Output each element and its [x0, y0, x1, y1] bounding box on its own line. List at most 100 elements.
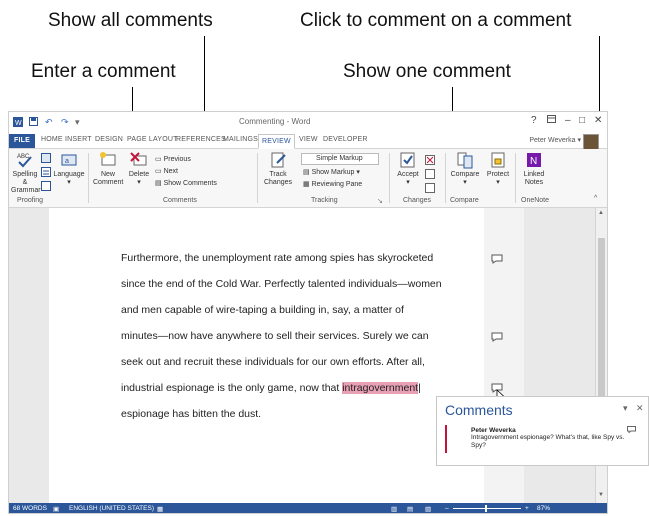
delete-comment-button[interactable]: Delete ▾	[125, 151, 153, 187]
new-comment-button[interactable]: New Comment	[93, 151, 123, 187]
zoom-level[interactable]: 87%	[537, 505, 550, 512]
tab-developer[interactable]: DEVELOPER	[323, 136, 368, 143]
tab-references[interactable]: REFERENCES	[176, 136, 226, 143]
word-count-icon[interactable]	[41, 167, 51, 179]
reviewing-pane-icon: ▦	[303, 181, 310, 188]
show-comments-button[interactable]: ▤ Show Comments	[155, 179, 217, 187]
comment-bubble-icon[interactable]	[491, 254, 503, 264]
document-line[interactable]: since the end of the Cold War. Perfectly…	[121, 278, 442, 290]
user-name[interactable]: Peter Weverka ▾	[529, 136, 581, 144]
status-bar: 68 WORDS ▣ ENGLISH (UNITED STATES) ▦ ▥ ▤…	[9, 503, 607, 513]
comments-pane: Comments ▾ ✕ Peter Weverka Intragovernme…	[436, 396, 649, 466]
chevron-down-icon: ▾	[463, 179, 467, 186]
comment-author: Peter Weverka	[471, 427, 516, 434]
tab-mailings[interactable]: MAILINGS	[223, 136, 258, 143]
document-line[interactable]: seek out and recruit these individuals f…	[121, 356, 425, 368]
document-line[interactable]: Furthermore, the unemployment rate among…	[121, 252, 433, 264]
redo-icon[interactable]: ↷	[61, 117, 69, 128]
comment-bubble-icon[interactable]	[491, 332, 503, 342]
macro-record-icon[interactable]: ▦	[157, 505, 163, 513]
comment-color-bar	[445, 425, 447, 453]
next-change-icon[interactable]	[425, 183, 435, 195]
chevron-down-icon: ▾	[67, 179, 71, 186]
document-line[interactable]: minutes—now have anywhere to sell their …	[121, 330, 429, 342]
spelling-grammar-button[interactable]: ABC Spelling & Grammar	[11, 151, 41, 195]
tab-home[interactable]: HOME	[41, 136, 63, 143]
tab-design[interactable]: DESIGN	[95, 136, 123, 143]
ribbon-display-icon[interactable]	[547, 115, 556, 126]
chevron-down-icon: ▾	[406, 179, 410, 186]
tab-view[interactable]: VIEW	[299, 136, 318, 143]
divider	[88, 153, 89, 203]
undo-icon[interactable]: ↶	[45, 117, 53, 128]
reviewing-pane-button[interactable]: ▦ Reviewing Pane	[303, 180, 362, 188]
show-markup-button[interactable]: ▤ Show Markup ▾	[303, 168, 360, 176]
commented-text-highlight[interactable]: intragovernment	[342, 382, 419, 394]
read-mode-icon[interactable]: ▥	[391, 505, 397, 513]
pane-options-button[interactable]: ▾	[623, 403, 628, 414]
tracking-options-icon[interactable]: ↘	[377, 197, 383, 205]
maximize-button[interactable]: □	[579, 115, 585, 126]
tab-insert[interactable]: INSERT	[65, 136, 92, 143]
previous-comment-button[interactable]: ▭ Previous	[155, 155, 191, 163]
help-button[interactable]: ?	[531, 115, 537, 126]
tab-page-layout[interactable]: PAGE LAYOUT	[127, 136, 178, 143]
minimize-button[interactable]: –	[565, 115, 571, 126]
close-button[interactable]: ✕	[594, 115, 602, 126]
previous-change-icon[interactable]	[425, 169, 435, 181]
language-button[interactable]: a Language ▾	[53, 151, 85, 187]
compare-button[interactable]: Compare ▾	[449, 151, 481, 187]
thesaurus-icon[interactable]	[41, 153, 51, 165]
zoom-out-button[interactable]: –	[445, 505, 449, 512]
spelling-check-icon: ABC	[17, 154, 32, 168]
svg-text:a: a	[65, 158, 69, 165]
svg-text:N: N	[530, 156, 537, 167]
web-layout-icon[interactable]: ▧	[425, 505, 431, 513]
customize-qat-icon[interactable]: ▾	[75, 117, 80, 128]
tab-review[interactable]: REVIEW	[258, 134, 295, 149]
chevron-down-icon: ▾	[137, 179, 141, 186]
accept-button[interactable]: Accept ▾	[393, 151, 423, 187]
language-icon: a	[61, 154, 77, 166]
avatar[interactable]	[583, 134, 599, 150]
callout-comment-on-comment: Click to comment on a comment	[300, 10, 572, 31]
group-proofing: Proofing	[17, 197, 44, 204]
reject-icon[interactable]	[425, 155, 435, 167]
ribbon: ABC Spelling & Grammar a Language ▾ Proofi…	[9, 149, 607, 208]
next-comment-button[interactable]: ▭ Next	[155, 167, 178, 175]
document-line[interactable]: and men capable of wire-taping a buildin…	[121, 304, 404, 316]
callout-show-one-comment: Show one comment	[343, 61, 511, 82]
collapse-ribbon-icon[interactable]: ^	[594, 195, 597, 202]
line-text: industrial espionage is the only game, n…	[121, 382, 343, 394]
group-tracking: Tracking	[311, 197, 338, 204]
divider	[257, 153, 258, 203]
protect-button[interactable]: Protect ▾	[483, 151, 513, 187]
group-compare: Compare	[450, 197, 479, 204]
linked-notes-button[interactable]: N Linked Notes	[519, 151, 549, 187]
print-layout-icon[interactable]: ▤	[407, 505, 413, 513]
reply-comment-icon[interactable]	[627, 426, 636, 433]
zoom-slider-thumb[interactable]	[485, 505, 487, 512]
save-icon[interactable]	[29, 117, 38, 128]
next-icon: ▭	[155, 168, 162, 175]
tab-file[interactable]: FILE	[9, 134, 35, 148]
scroll-up-icon[interactable]: ▲	[598, 210, 604, 216]
track-changes-button[interactable]: Track Changes	[261, 151, 295, 187]
scroll-down-icon[interactable]: ▼	[598, 492, 604, 498]
show-markup-icon: ▤	[303, 169, 310, 176]
document-line[interactable]: espionage has bitten the dust.	[121, 408, 261, 420]
document-line[interactable]: industrial espionage is the only game, n…	[121, 382, 421, 394]
zoom-slider[interactable]	[453, 508, 521, 509]
pane-close-button[interactable]: ✕	[636, 403, 644, 414]
proofing-status-icon[interactable]: ▣	[53, 505, 59, 513]
title-bar: W ↶ ↷ ▾ Commenting - Word ? – □ ✕	[9, 112, 607, 134]
window-title: Commenting - Word	[239, 117, 311, 126]
word-count[interactable]: 68 WORDS	[13, 505, 47, 512]
language-status[interactable]: ENGLISH (UNITED STATES)	[69, 505, 154, 512]
group-onenote: OneNote	[521, 197, 550, 204]
zoom-in-button[interactable]: +	[525, 505, 529, 512]
onenote-icon: N	[527, 153, 541, 167]
comment-text[interactable]: Intragovernment espionage? What's that, …	[471, 434, 631, 450]
display-for-review-select[interactable]: Simple Markup	[301, 153, 379, 165]
abc-count-icon[interactable]	[41, 181, 51, 193]
